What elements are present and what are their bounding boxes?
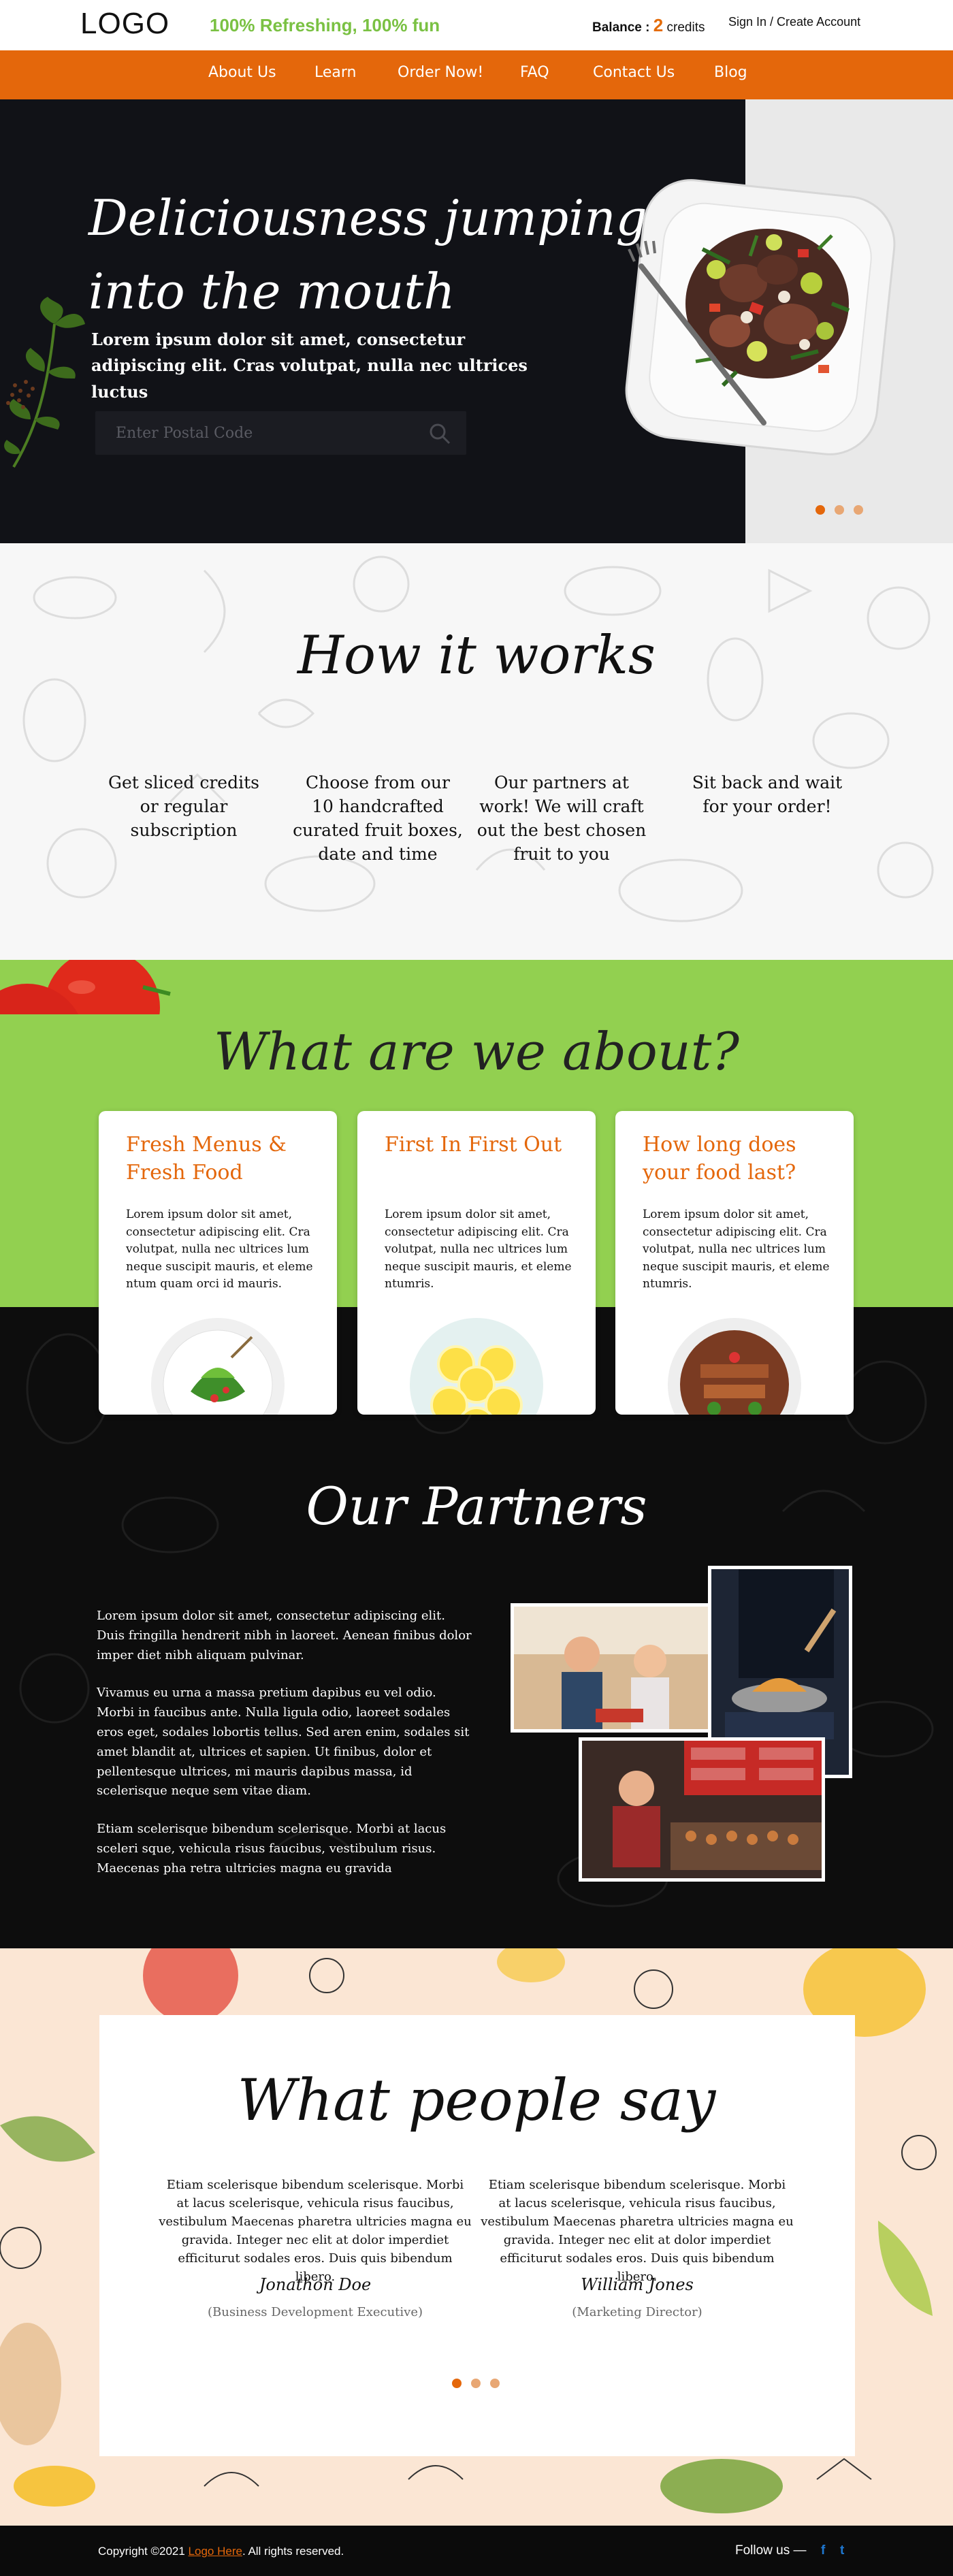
footer: Copyright ©2021 Logo Here. All rights re… bbox=[0, 2526, 953, 2576]
copyright-suffix: . All rights reserved. bbox=[242, 2545, 344, 2558]
step-2: Choose from our 10 handcrafted curated f… bbox=[293, 773, 463, 864]
hero-title-line1: Deliciousness jumping bbox=[88, 189, 647, 246]
card-text: Lorem ipsum dolor sit amet, consectetur … bbox=[385, 1208, 572, 1291]
how-it-works-section: How it works Get sliced credits or regul… bbox=[0, 543, 953, 960]
partners-paragraph-2: Vivamus eu urna a massa pretium dapibus … bbox=[97, 1686, 470, 1799]
postal-search bbox=[95, 411, 466, 455]
slider-dot-2[interactable] bbox=[835, 505, 844, 515]
card-text: Lorem ipsum dolor sit amet, consectetur … bbox=[126, 1208, 313, 1291]
grill-plate-icon bbox=[668, 1318, 801, 1415]
slider-dot-3[interactable] bbox=[854, 505, 863, 515]
partners-paragraph-1: Lorem ipsum dolor sit amet, consectetur … bbox=[97, 1609, 472, 1662]
tagline: 100% Refreshing, 100% fun bbox=[210, 15, 440, 35]
about-card-fifo: First In First Out Lorem ipsum dolor sit… bbox=[357, 1111, 596, 1415]
testimonials-title: What people say bbox=[237, 2067, 716, 2134]
testimonial-role-2: (Marketing Director) bbox=[572, 2305, 702, 2319]
partners-text: Lorem ipsum dolor sit amet, consectetur … bbox=[97, 1607, 472, 1897]
testimonial-role-1: (Business Development Executive) bbox=[207, 2305, 423, 2319]
testimonial-name-2: William Jones bbox=[581, 2275, 694, 2294]
card-title: How long does your food last? bbox=[643, 1133, 796, 1185]
copyright-prefix: Copyright ©2021 bbox=[98, 2545, 189, 2558]
testimonial-dot-1[interactable] bbox=[452, 2379, 462, 2388]
main-nav: About Us Learn Order Now! FAQ Contact Us… bbox=[0, 50, 953, 99]
hero-text: Lorem ipsum dolor sit amet, consectetur … bbox=[91, 329, 528, 402]
nav-contact-us[interactable]: Contact Us bbox=[593, 64, 675, 81]
balance-unit: credits bbox=[666, 20, 705, 35]
testimonial-name-1: Jonathon Doe bbox=[259, 2275, 372, 2294]
facebook-icon[interactable]: f bbox=[821, 2543, 825, 2558]
twitter-icon[interactable]: t bbox=[840, 2543, 844, 2558]
testimonial-dot-2[interactable] bbox=[471, 2379, 481, 2388]
salad-plate-image bbox=[625, 179, 896, 455]
step-4: Sit back and wait for your order! bbox=[692, 773, 843, 816]
hero-title: Deliciousness jumping into the mouth bbox=[88, 181, 647, 328]
search-icon[interactable] bbox=[428, 422, 451, 445]
about-card-fresh-menus: Fresh Menus & Fresh Food Lorem ipsum dol… bbox=[99, 1111, 337, 1415]
salad-plate-icon bbox=[151, 1318, 285, 1415]
food-doodle-background bbox=[22, 556, 934, 922]
balance-label: Balance : bbox=[592, 20, 650, 35]
about-title: What are we about? bbox=[214, 1021, 739, 1082]
hero: Deliciousness jumping into the mouth Lor… bbox=[0, 99, 953, 543]
step-1: Get sliced credits or regular subscripti… bbox=[108, 773, 259, 840]
logo[interactable]: LOGO bbox=[80, 7, 169, 41]
brand-link[interactable]: Logo Here bbox=[189, 2545, 242, 2558]
hero-title-line2: into the mouth bbox=[88, 263, 455, 320]
nav-order-now[interactable]: Order Now! bbox=[398, 64, 483, 81]
partner-photo-couple bbox=[511, 1603, 712, 1733]
nav-learn[interactable]: Learn bbox=[314, 64, 357, 81]
card-title: Fresh Menus & Fresh Food bbox=[126, 1133, 287, 1185]
about-card-food-last: How long does your food last? Lorem ipsu… bbox=[615, 1111, 854, 1415]
partners-title: Our Partners bbox=[306, 1476, 647, 1536]
step-3: Our partners at work! We will craft out … bbox=[476, 773, 647, 864]
testimonial-quote-2: Etiam scelerisque bibendum scelerisque. … bbox=[481, 2178, 794, 2284]
signin-link[interactable]: Sign In / Create Account bbox=[728, 15, 860, 29]
slider-dot-1[interactable] bbox=[815, 505, 825, 515]
nav-faq[interactable]: FAQ bbox=[520, 64, 549, 81]
follow-us-label: Follow us — bbox=[735, 2543, 807, 2558]
card-text: Lorem ipsum dolor sit amet, consectetur … bbox=[643, 1208, 830, 1291]
top-bar: LOGO 100% Refreshing, 100% fun Balance :… bbox=[0, 0, 953, 50]
nav-about-us[interactable]: About Us bbox=[208, 64, 276, 81]
testimonial-dot-3[interactable] bbox=[490, 2379, 500, 2388]
balance: Balance : 2 credits bbox=[592, 15, 705, 36]
balance-value: 2 bbox=[653, 15, 664, 35]
how-it-works-title: How it works bbox=[297, 625, 656, 686]
partner-photo-street-food bbox=[579, 1737, 825, 1882]
tomato-illustration bbox=[0, 960, 171, 1014]
card-title: First In First Out bbox=[385, 1133, 562, 1157]
partners-paragraph-3: Etiam scelerisque bibendum scelerisque. … bbox=[97, 1822, 447, 1875]
nav-blog[interactable]: Blog bbox=[714, 64, 747, 81]
lemon-plate-icon bbox=[410, 1318, 543, 1415]
testimonial-quote-1: Etiam scelerisque bibendum scelerisque. … bbox=[159, 2178, 472, 2284]
postal-code-input[interactable] bbox=[116, 425, 402, 442]
copyright: Copyright ©2021 Logo Here. All rights re… bbox=[98, 2545, 344, 2558]
